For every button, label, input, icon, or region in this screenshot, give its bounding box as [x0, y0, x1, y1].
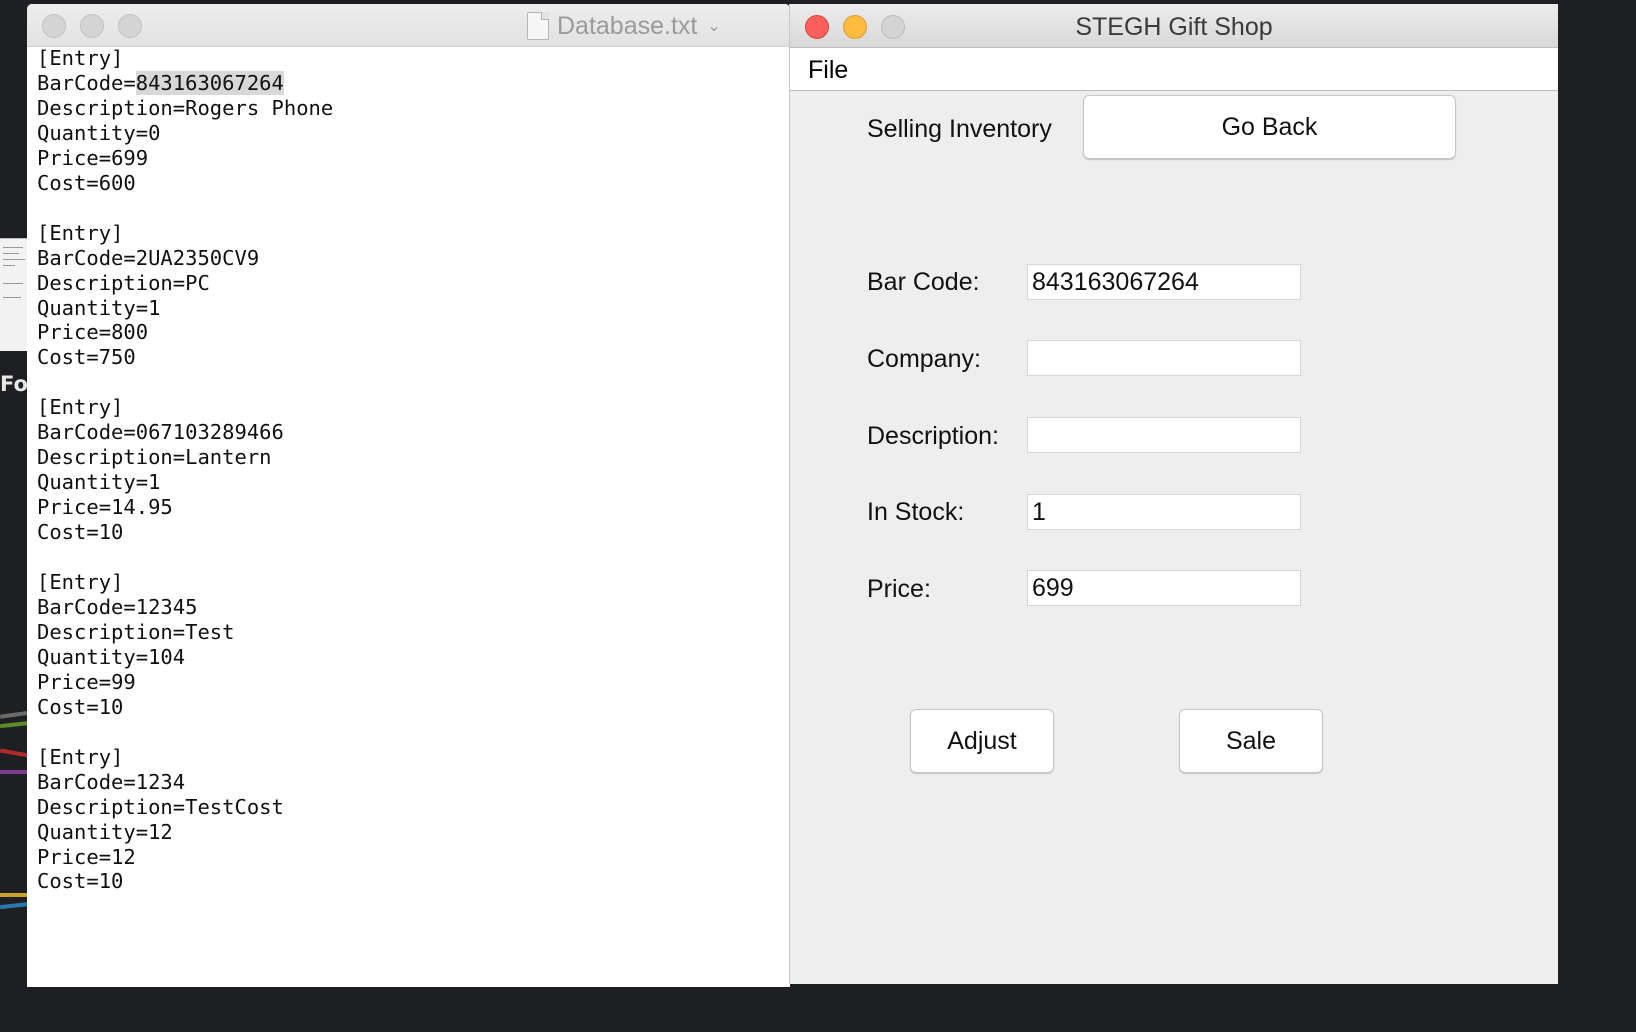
company-field[interactable]	[1027, 340, 1301, 376]
adjust-button[interactable]: Adjust	[910, 709, 1054, 773]
entry-block: [Entry] BarCode=1234 Description=TestCos…	[37, 744, 284, 894]
app-titlebar[interactable]: STEGH Gift Shop	[790, 4, 1558, 48]
entry-cost: 10	[98, 694, 124, 719]
in-stock-field[interactable]: 1	[1027, 494, 1301, 530]
entry-barcode: 12345	[135, 594, 198, 619]
entry-block: [Entry] BarCode=12345 Description=Test Q…	[37, 570, 235, 719]
entry-block: [Entry] BarCode=067103289466 Description…	[37, 395, 284, 545]
entry-price: 12	[111, 844, 136, 869]
price-field[interactable]: 699	[1027, 570, 1301, 606]
menu-file[interactable]: File	[808, 56, 848, 85]
entry-barcode: 1234	[135, 769, 186, 794]
go-back-button[interactable]: Go Back	[1083, 95, 1456, 159]
description-field[interactable]	[1027, 417, 1301, 453]
entry-barcode: 067103289466	[135, 420, 284, 445]
selected-text: 843163067264	[135, 70, 284, 95]
entry-barcode: 2UA2350CV9	[135, 245, 260, 270]
document-title-menu[interactable]: Database.txt ⌄	[527, 10, 721, 42]
entry-block: [Entry] BarCode=2UA2350CV9 Description=P…	[37, 220, 260, 370]
editor-titlebar[interactable]: Database.txt ⌄	[27, 4, 790, 47]
entry-description: Rogers Phone	[185, 95, 334, 120]
entry-cost: 10	[98, 520, 124, 545]
document-icon	[527, 12, 549, 40]
entry-price: 99	[111, 669, 136, 694]
entry-quantity: 104	[148, 644, 186, 669]
window-title: STEGH Gift Shop	[1075, 13, 1273, 41]
entry-quantity: 1	[148, 295, 161, 320]
zoom-icon[interactable]	[118, 14, 142, 38]
entry-description: Lantern	[185, 445, 272, 470]
entry-quantity: 1	[148, 470, 161, 495]
company-label: Company:	[867, 345, 981, 373]
description-label: Description:	[867, 422, 999, 450]
desktop-file-thumbnail[interactable]	[0, 238, 28, 351]
entry-price: 14.95	[111, 495, 173, 520]
entry-price: 699	[111, 145, 149, 170]
entry-description: TestCost	[185, 794, 284, 819]
document-title: Database.txt	[557, 11, 698, 40]
barcode-label: Bar Code:	[867, 268, 980, 296]
entry-header: [Entry]	[37, 570, 124, 595]
entry-block: [Entry] BarCode=843163067264 Description…	[37, 46, 334, 195]
entry-quantity: 0	[148, 120, 161, 145]
entry-cost: 10	[98, 869, 124, 894]
menu-bar: File	[790, 48, 1558, 91]
chevron-down-icon: ⌄	[707, 18, 721, 35]
entry-cost: 750	[98, 345, 136, 370]
close-icon[interactable]	[42, 14, 66, 38]
entry-header: [Entry]	[37, 220, 124, 245]
barcode-field[interactable]: 843163067264	[1027, 264, 1301, 300]
entry-price: 800	[111, 320, 149, 345]
entry-cost: 600	[98, 170, 136, 195]
entry-header: [Entry]	[37, 744, 124, 769]
entry-description: Test	[185, 619, 235, 644]
entry-description: PC	[185, 270, 210, 295]
text-content[interactable]: [Entry] BarCode=843163067264 Description…	[37, 46, 333, 894]
text-editor-window: Database.txt ⌄ [Entry] BarCode=843163067…	[27, 4, 790, 987]
minimize-icon[interactable]	[80, 14, 104, 38]
section-label: Selling Inventory	[867, 115, 1052, 143]
entry-header: [Entry]	[37, 46, 124, 70]
price-label: Price:	[867, 575, 931, 603]
entry-header: [Entry]	[37, 395, 124, 420]
in-stock-label: In Stock:	[867, 498, 965, 526]
gift-shop-window: STEGH Gift Shop File Selling Inventory G…	[789, 4, 1558, 984]
sale-button[interactable]: Sale	[1179, 709, 1323, 773]
entry-quantity: 12	[148, 819, 173, 844]
